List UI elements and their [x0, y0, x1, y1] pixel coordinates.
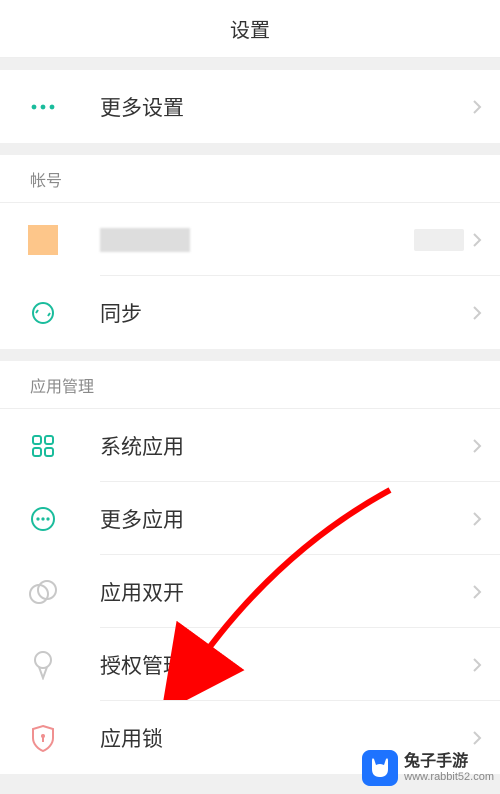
watermark-url: www.rabbit52.com: [404, 771, 494, 783]
chevron-right-icon: [472, 511, 482, 527]
permissions-icon: [28, 650, 58, 680]
row-label: 同步: [100, 298, 472, 328]
chevron-right-icon: [472, 657, 482, 673]
watermark-title: 兔子手游: [404, 753, 494, 771]
watermark: 兔子手游 www.rabbit52.com: [362, 750, 494, 786]
row-label: 更多设置: [100, 92, 472, 122]
row-label: [100, 228, 414, 252]
row-dual-apps[interactable]: 应用双开: [0, 555, 500, 628]
row-permissions[interactable]: 授权管理: [0, 628, 500, 701]
row-more-settings[interactable]: 更多设置: [0, 70, 500, 143]
chevron-right-icon: [472, 438, 482, 454]
more-apps-icon: [28, 504, 58, 534]
section-header-account: 帐号: [0, 155, 500, 203]
chevron-right-icon: [472, 584, 482, 600]
chevron-right-icon: [472, 99, 482, 115]
section-account: 帐号 同步: [0, 155, 500, 349]
dual-apps-icon: [28, 577, 58, 607]
row-more-apps[interactable]: 更多应用: [0, 482, 500, 555]
more-icon: [28, 92, 58, 122]
account-value-blur: [414, 229, 464, 251]
page-title: 设置: [230, 14, 270, 43]
row-system-apps[interactable]: 系统应用: [0, 409, 500, 482]
avatar-icon: [28, 225, 58, 255]
section-gap: [0, 58, 500, 70]
page-header: 设置: [0, 0, 500, 58]
row-label: 应用双开: [100, 577, 472, 607]
row-sync[interactable]: 同步: [0, 276, 500, 349]
section-top: 更多设置: [0, 70, 500, 143]
section-gap: [0, 349, 500, 361]
watermark-logo-icon: [362, 750, 398, 786]
row-label: 应用锁: [100, 723, 472, 753]
row-label: 授权管理: [100, 650, 472, 680]
sync-icon: [28, 298, 58, 328]
row-label: 更多应用: [100, 504, 472, 534]
section-gap: [0, 143, 500, 155]
section-apps: 应用管理 系统应用 更多应用 应用双开 授权管理: [0, 361, 500, 774]
section-header-apps: 应用管理: [0, 361, 500, 409]
row-account[interactable]: [0, 203, 500, 276]
chevron-right-icon: [472, 730, 482, 746]
chevron-right-icon: [472, 232, 482, 248]
grid-icon: [28, 431, 58, 461]
row-label: 系统应用: [100, 431, 472, 461]
chevron-right-icon: [472, 305, 482, 321]
shield-lock-icon: [28, 723, 58, 753]
